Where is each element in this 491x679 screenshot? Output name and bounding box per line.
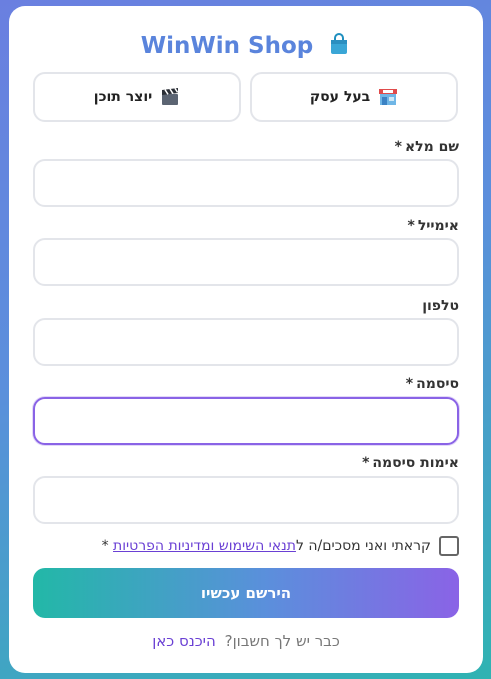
required-mark: *: [394, 139, 402, 155]
password-input[interactable]: [33, 397, 459, 445]
phone-label-text: טלפון: [422, 298, 459, 314]
login-question: כבר יש לך חשבון?: [224, 632, 340, 650]
confirm-password-label: אימות סיסמה*: [362, 455, 459, 471]
password-label-text: סיסמה: [416, 376, 459, 392]
required-mark: *: [362, 455, 370, 471]
terms-text: קראתי ואני מסכים/ה לתנאי השימוש ומדיניות…: [102, 538, 431, 554]
brand-name: WinWin Shop: [140, 33, 314, 59]
confirm-password-label-text: אימות סיסמה: [372, 455, 459, 471]
email-input[interactable]: [33, 238, 459, 286]
terms-checkbox[interactable]: [439, 536, 459, 556]
role-creator-label: יוצר תוכן: [93, 89, 153, 105]
terms-row: קראתי ואני מסכים/ה לתנאי השימוש ומדיניות…: [33, 536, 459, 556]
full-name-label-text: שם מלא: [404, 139, 459, 155]
store-icon: [378, 87, 398, 107]
terms-prefix: קראתי ואני מסכים/ה ל: [295, 538, 431, 554]
full-name-label: שם מלא*: [395, 139, 459, 155]
login-link[interactable]: היכנס כאן: [152, 632, 216, 650]
clapperboard-icon: [160, 87, 180, 107]
role-business-label: בעל עסק: [309, 89, 371, 105]
brand-header: WinWin Shop: [9, 32, 483, 62]
full-name-input[interactable]: [33, 159, 459, 207]
login-prompt: כבר יש לך חשבון? היכנס כאן: [9, 632, 483, 650]
role-business-owner[interactable]: בעל עסק: [250, 72, 458, 122]
email-label: אימייל*: [408, 218, 460, 234]
password-label: סיסמה*: [406, 376, 459, 392]
shopping-bag-icon: [327, 32, 351, 62]
signup-card: WinWin Shop בעל עסק יוצר תוכן שם מלא* אי…: [9, 6, 483, 673]
terms-link[interactable]: תנאי השימוש ומדיניות הפרטיות: [113, 538, 296, 554]
role-content-creator[interactable]: יוצר תוכן: [33, 72, 241, 122]
phone-input[interactable]: [33, 318, 459, 366]
email-label-text: אימייל: [417, 218, 459, 234]
phone-label: טלפון: [422, 298, 459, 314]
required-mark: *: [405, 376, 414, 392]
register-button[interactable]: הירשם עכשיו: [33, 568, 459, 618]
required-mark: *: [101, 538, 109, 554]
confirm-password-input[interactable]: [33, 476, 459, 524]
required-mark: *: [407, 218, 415, 234]
